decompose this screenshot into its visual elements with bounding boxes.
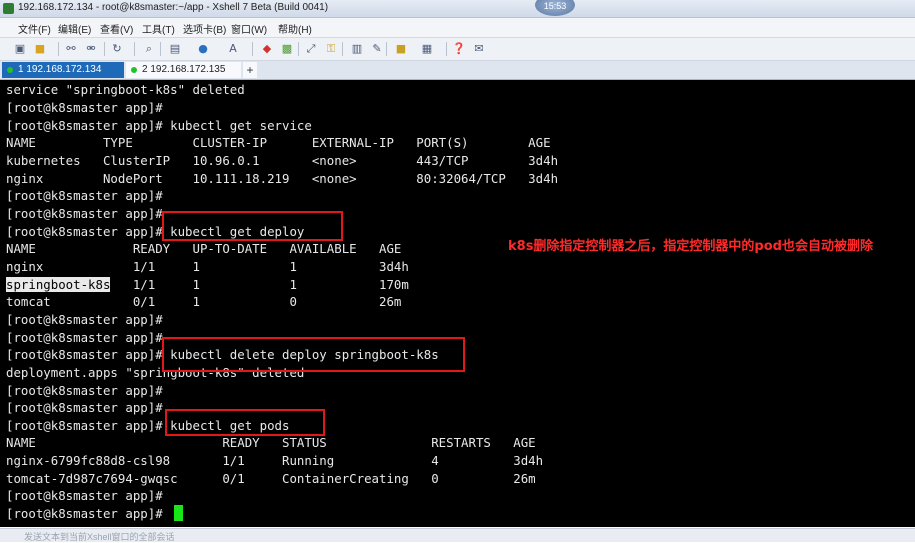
terminal-line: NAME READY STATUS RESTARTS AGE: [6, 435, 536, 450]
terminal-line: tomcat-7d987c7694-gwqsc 0/1 ContainerCre…: [6, 471, 536, 486]
open-folder-icon[interactable]: ■: [33, 42, 47, 55]
find-icon[interactable]: ⌕: [142, 42, 156, 55]
terminal-line: [root@k8smaster app]#: [6, 330, 163, 345]
tab-session-2[interactable]: 2 192.168.172.135: [126, 62, 241, 78]
status-text: 发送文本到当前Xshell窗口的全部会话: [24, 532, 175, 542]
window-title: 192.168.172.134 - root@k8smaster:~/app -…: [18, 2, 329, 13]
highlight-box-delete-deploy: [162, 337, 465, 372]
terminal-line: nginx-6799fc88d8-csl98 1/1 Running 4 3d4…: [6, 453, 544, 468]
highlight-icon[interactable]: ✎: [370, 42, 384, 55]
highlight-box-get-deploy: [162, 211, 343, 241]
terminal-line: nginx NodePort 10.111.18.219 <none> 80:3…: [6, 171, 559, 186]
terminal-line: [root@k8smaster app]#: [6, 383, 163, 398]
menu-window[interactable]: 窗口(W): [231, 21, 267, 36]
annotation-note: k8s删除指定控制器之后，指定控制器中的pod也会自动被删除: [508, 239, 873, 254]
compose-icon[interactable]: ■: [394, 42, 408, 55]
session-tab-bar: 1 192.168.172.134 2 192.168.172.135 +: [0, 61, 915, 80]
terminal-line: service "springboot-k8s" deleted: [6, 82, 245, 97]
transparency-icon[interactable]: ▥: [350, 42, 364, 55]
terminal-line: [root@k8smaster app]# kubectl get servic…: [6, 118, 312, 133]
title-bar: 192.168.172.134 - root@k8smaster:~/app -…: [0, 0, 915, 18]
disconnect-icon[interactable]: ⚮: [84, 42, 98, 55]
menu-bar: 文件(F) 编辑(E) 查看(V) 工具(T) 选项卡(B) 窗口(W) 帮助(…: [0, 18, 915, 38]
chat-icon[interactable]: ✉: [472, 42, 486, 55]
terminal-line: NAME READY UP-TO-DATE AVAILABLE AGE: [6, 241, 402, 256]
terminal-line: tomcat 0/1 1 0 26m: [6, 294, 402, 309]
connected-status-icon: [7, 67, 13, 73]
new-session-icon[interactable]: ▣: [13, 42, 27, 55]
fullscreen-icon[interactable]: ⤢: [304, 42, 318, 55]
color-scheme-icon[interactable]: ●: [196, 42, 210, 55]
menu-view[interactable]: 查看(V): [100, 21, 133, 36]
terminal-line: [root@k8smaster app]#: [6, 400, 163, 415]
menu-tabs[interactable]: 选项卡(B): [183, 21, 226, 36]
xshell-app-icon: [3, 3, 14, 14]
highlight-box-get-pods: [165, 409, 325, 436]
menu-tools[interactable]: 工具(T): [142, 21, 175, 36]
lock-icon[interactable]: ⚿: [324, 42, 338, 55]
terminal-line: [root@k8smaster app]#: [6, 100, 163, 115]
terminal-line: [root@k8smaster app]#: [6, 206, 163, 221]
tab-label: 2 192.168.172.135: [142, 64, 226, 75]
toolbar: ▣ ■ ⚯ ⚮ ↻ ⌕ ▤ ● A ◆ ▩ ⤢ ⚿ ▥ ✎ ■ ▦ ❓ ✉: [0, 38, 915, 61]
menu-help[interactable]: 帮助(H): [278, 21, 312, 36]
terminal-line: [root@k8smaster app]#: [6, 506, 171, 521]
tab-session-1[interactable]: 1 192.168.172.134: [2, 62, 124, 78]
connect-icon[interactable]: ⚯: [64, 42, 78, 55]
reconnect-icon[interactable]: ↻: [110, 42, 124, 55]
session-manager-icon[interactable]: ▤: [168, 42, 182, 55]
terminal-line: nginx 1/1 1 1 3d4h: [6, 259, 409, 274]
terminal-line: [root@k8smaster app]#: [6, 488, 163, 503]
connected-status-icon: [131, 67, 137, 73]
tab-label: 1 192.168.172.134: [18, 64, 102, 75]
layout-icon[interactable]: ▦: [420, 42, 434, 55]
terminal-line: NAME TYPE CLUSTER-IP EXTERNAL-IP PORT(S)…: [6, 135, 551, 150]
menu-file[interactable]: 文件(F): [18, 21, 51, 36]
terminal-cursor: [174, 505, 183, 521]
terminal-line: [root@k8smaster app]#: [6, 188, 163, 203]
terminal-line: [root@k8smaster app]#: [6, 312, 163, 327]
selected-text-highlight: springboot-k8s: [6, 277, 111, 292]
help-icon[interactable]: ❓: [452, 42, 466, 55]
xftp-icon[interactable]: ◆: [260, 42, 274, 55]
status-bar: 发送文本到当前Xshell窗口的全部会话: [0, 528, 915, 542]
menu-edit[interactable]: 编辑(E): [58, 21, 91, 36]
new-tab-plus-icon[interactable]: +: [243, 62, 257, 78]
font-icon[interactable]: A: [226, 42, 240, 55]
terminal-line: kubernetes ClusterIP 10.96.0.1 <none> 44…: [6, 153, 559, 168]
script-icon[interactable]: ▩: [280, 42, 294, 55]
